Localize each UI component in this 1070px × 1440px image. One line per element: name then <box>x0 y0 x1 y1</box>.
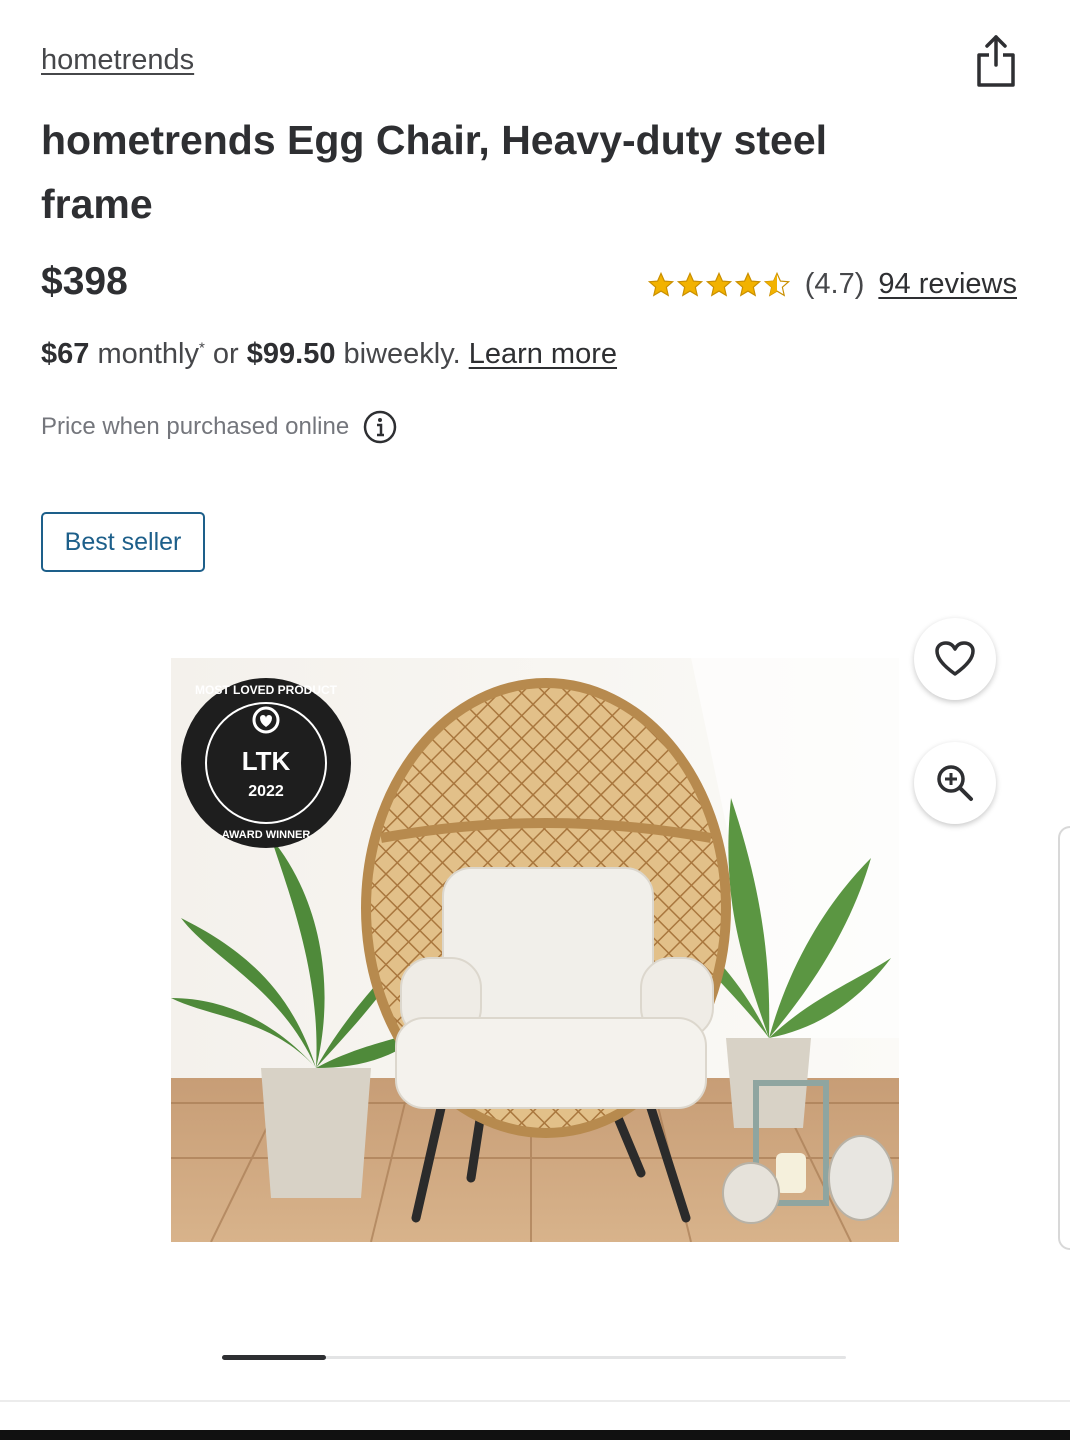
award-badge-brand: LTK <box>242 746 291 776</box>
monthly-text: monthly <box>89 338 199 370</box>
or-text: or <box>204 338 247 370</box>
system-bar <box>0 1430 1070 1440</box>
zoom-button[interactable] <box>914 742 996 824</box>
price-note: Price when purchased online <box>41 410 397 444</box>
divider <box>0 1400 1070 1402</box>
info-icon[interactable] <box>363 410 397 444</box>
installment-offer: $67 monthly* or $99.50 biweekly. Learn m… <box>41 338 617 371</box>
brand-link[interactable]: hometrends <box>41 44 194 77</box>
award-badge: MOST LOVED PRODUCT LTK 2022 AWARD WINNER <box>181 678 351 848</box>
price-note-text: Price when purchased online <box>41 413 350 440</box>
learn-more-link[interactable]: Learn more <box>469 338 617 370</box>
favorite-button[interactable] <box>914 618 996 700</box>
share-button[interactable] <box>970 32 1022 90</box>
award-badge-bottom: AWARD WINNER <box>222 829 311 841</box>
product-image[interactable]: MOST LOVED PRODUCT LTK 2022 AWARD WINNER <box>171 658 899 1242</box>
carousel-indicator[interactable] <box>222 1355 846 1360</box>
product-page: hometrends hometrends Egg Chair, Heavy-d… <box>0 0 1070 1440</box>
carousel-indicator-thumb <box>222 1355 326 1360</box>
heart-icon <box>935 641 975 676</box>
award-badge-year: 2022 <box>248 783 284 800</box>
star-icon <box>734 271 761 297</box>
star-icon <box>705 271 732 297</box>
product-price: $398 <box>41 260 128 303</box>
star-rating <box>647 271 791 299</box>
product-title: hometrends Egg Chair, Heavy-duty steel f… <box>41 117 828 227</box>
reviews-link[interactable]: 94 reviews <box>878 268 1017 301</box>
monthly-amount: $67 <box>41 338 90 370</box>
rating-summary: (4.7) 94 reviews <box>647 268 1017 301</box>
star-icon <box>676 271 703 297</box>
rating-value: (4.7) <box>804 268 865 300</box>
star-half-icon <box>763 271 790 297</box>
best-seller-badge: Best seller <box>41 512 205 572</box>
side-scroll-handle[interactable] <box>1058 826 1070 1250</box>
share-icon <box>977 35 1015 87</box>
biweekly-amount: $99.50 <box>246 338 336 370</box>
star-icon <box>647 271 674 297</box>
award-badge-top: MOST LOVED PRODUCT <box>195 683 338 697</box>
zoom-in-icon <box>937 765 973 801</box>
biweekly-text: biweekly. <box>335 338 461 370</box>
